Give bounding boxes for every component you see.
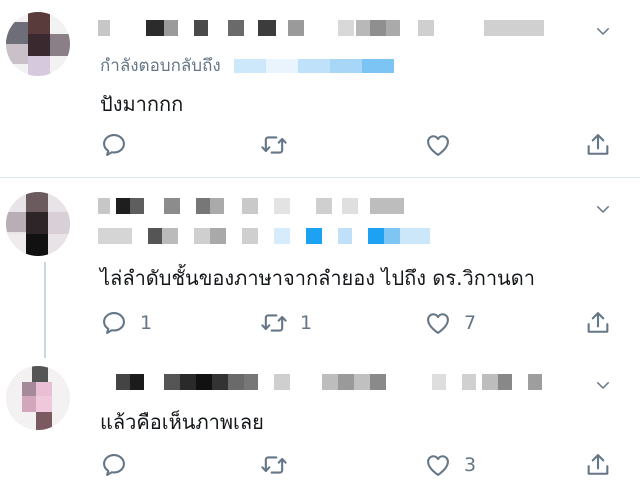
- reply-to-handle-blurred[interactable]: [234, 59, 395, 73]
- tweet-text: ไล่ลำดับชั้นของภาษาจากลำยอง ไปถึง ดร.วิก…: [100, 266, 535, 290]
- reply-icon: [100, 451, 128, 479]
- heart-icon: [424, 451, 452, 479]
- retweet-button[interactable]: [260, 450, 300, 480]
- reply-to-line: กำลังตอบกลับถึง: [100, 52, 395, 79]
- author-name-blurred[interactable]: [98, 198, 538, 214]
- tweet-1[interactable]: กำลังตอบกลับถึง ปังมากกก: [0, 0, 640, 176]
- chevron-down-icon[interactable]: [594, 22, 612, 40]
- avatar[interactable]: [6, 192, 70, 256]
- reply-button[interactable]: [100, 450, 140, 480]
- share-button[interactable]: [584, 130, 612, 160]
- chevron-down-icon[interactable]: [594, 200, 612, 218]
- thread-line: [44, 262, 46, 358]
- tweet-2[interactable]: ไล่ลำดับชั้นของภาษาจากลำยอง ไปถึง ดร.วิก…: [0, 178, 640, 358]
- retweet-icon: [260, 451, 288, 479]
- chevron-down-icon[interactable]: [594, 376, 612, 394]
- tweet-actions: 1 1 7: [100, 308, 620, 338]
- author-name-blurred[interactable]: [98, 374, 542, 390]
- retweet-count: 1: [300, 312, 313, 334]
- like-button[interactable]: [424, 130, 464, 160]
- like-count: 3: [464, 454, 477, 476]
- like-count: 7: [464, 312, 477, 334]
- retweet-button[interactable]: 1: [260, 308, 312, 338]
- share-button[interactable]: [584, 308, 612, 338]
- author-handle-blurred[interactable]: [98, 228, 438, 244]
- tweet-actions: [100, 130, 620, 160]
- reply-to-prefix: กำลังตอบกลับถึง: [100, 56, 221, 76]
- tweet-text: แล้วคือเห็นภาพเลย: [100, 410, 264, 434]
- share-icon: [584, 309, 612, 337]
- reply-button[interactable]: 1: [100, 308, 152, 338]
- reply-icon: [100, 131, 128, 159]
- reply-count: 1: [140, 312, 153, 334]
- retweet-button[interactable]: [260, 130, 300, 160]
- avatar[interactable]: [6, 12, 70, 76]
- retweet-icon: [260, 131, 288, 159]
- author-name-blurred[interactable]: [98, 20, 544, 36]
- share-button[interactable]: [584, 450, 612, 480]
- heart-icon: [424, 309, 452, 337]
- reply-icon: [100, 309, 128, 337]
- like-button[interactable]: 7: [424, 308, 476, 338]
- avatar[interactable]: [6, 366, 70, 430]
- tweet-3[interactable]: แล้วคือเห็นภาพเลย 3: [0, 356, 640, 492]
- like-button[interactable]: 3: [424, 450, 476, 480]
- share-icon: [584, 131, 612, 159]
- heart-icon: [424, 131, 452, 159]
- share-icon: [584, 451, 612, 479]
- reply-button[interactable]: [100, 130, 140, 160]
- tweet-text: ปังมากกก: [100, 92, 184, 116]
- retweet-icon: [260, 309, 288, 337]
- tweet-actions: 3: [100, 450, 620, 480]
